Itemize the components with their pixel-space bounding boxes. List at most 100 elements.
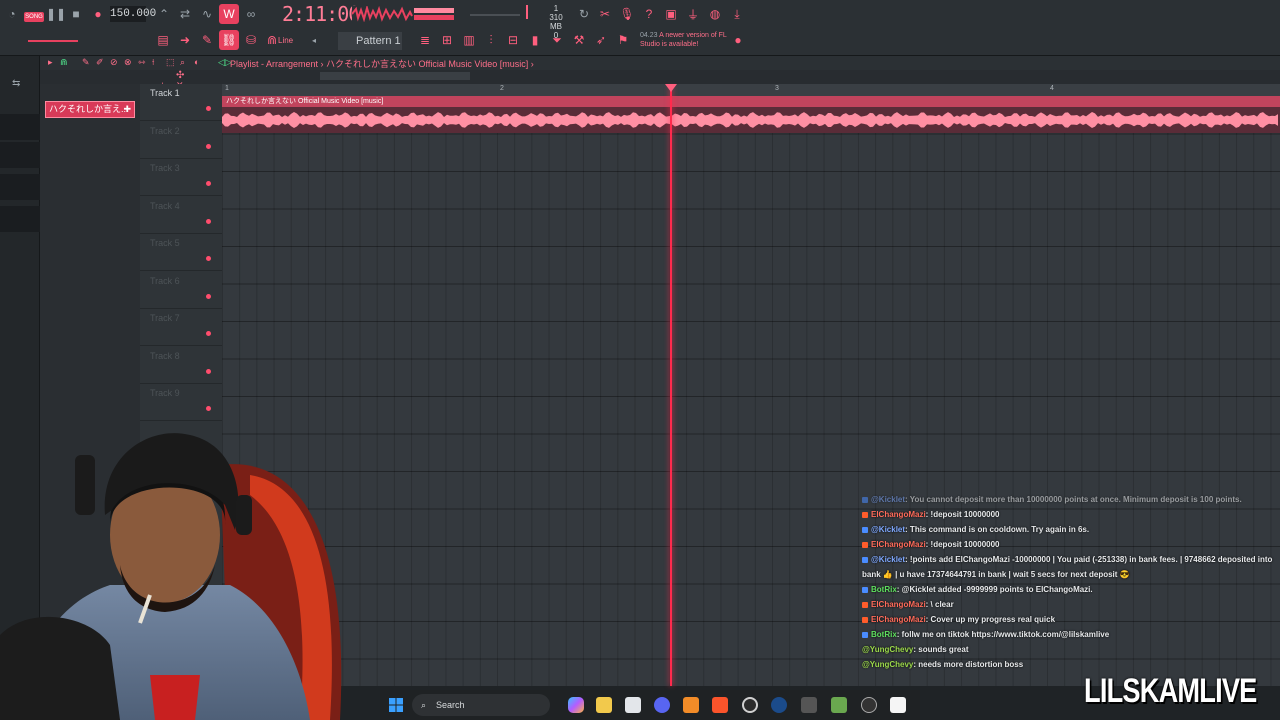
chat-message: BotRix: @Kicklet added -9999999 points t…	[862, 584, 1272, 596]
horizontal-scrollbar[interactable]	[320, 72, 470, 80]
track-name: Track 4	[150, 200, 180, 211]
file-explorer-icon[interactable]	[596, 697, 612, 713]
track-led-icon[interactable]	[206, 143, 211, 149]
info-icon[interactable]: ●	[728, 30, 748, 50]
windows-start-icon[interactable]	[388, 697, 404, 713]
pattern-selector[interactable]: Pattern 1	[338, 32, 402, 50]
select-tool-icon[interactable]: ⬚	[166, 57, 175, 68]
playhead-marker-icon[interactable]	[665, 84, 677, 92]
help-icon[interactable]: ?	[639, 4, 659, 24]
playback-tool-icon[interactable]: ◐	[194, 57, 199, 67]
link-icon[interactable]: ⛓	[219, 30, 239, 50]
plug-icon[interactable]: ⏷	[547, 30, 567, 50]
zoom-tool-icon[interactable]: ⌕	[180, 57, 185, 68]
stamp-icon[interactable]: ⛁	[241, 30, 261, 50]
pencil-icon[interactable]: ✎	[197, 30, 217, 50]
master-pitch-knob[interactable]	[526, 5, 528, 19]
track-led-icon[interactable]	[206, 293, 211, 299]
song-time-display[interactable]: 2:11:00	[282, 2, 360, 28]
track-header[interactable]: Track 3	[140, 159, 222, 196]
track-led-icon[interactable]	[206, 218, 211, 224]
news-icon[interactable]: ⚑	[613, 30, 633, 50]
countdown-icon[interactable]: ∿	[197, 4, 217, 24]
piano-roll-icon[interactable]: ▥	[459, 30, 479, 50]
track-led-icon[interactable]	[206, 181, 211, 186]
track-header[interactable]: Track 7	[140, 309, 222, 346]
wand-icon[interactable]: ➶	[591, 30, 611, 50]
tools-icon[interactable]: ⚒	[569, 30, 589, 50]
draw-tool-icon[interactable]: ✎	[82, 57, 90, 68]
browser-icon[interactable]: ⊟	[503, 30, 523, 50]
track-header[interactable]: Track 5	[140, 234, 222, 271]
main-volume-slider[interactable]	[28, 40, 78, 42]
store-icon[interactable]	[625, 697, 641, 713]
taskbar-search-input[interactable]: ⌕ Search	[412, 694, 550, 716]
plugin-icon[interactable]: ⏚	[683, 4, 703, 24]
clip-source-chip[interactable]: ハクそれしか言え.. ✚	[45, 101, 135, 118]
brave-icon[interactable]	[712, 697, 728, 713]
cut-icon[interactable]: ✂	[595, 4, 615, 24]
loop-record-icon[interactable]: ∞	[241, 4, 261, 24]
obs-icon[interactable]	[742, 697, 758, 713]
slice-tool-icon[interactable]: ⟊	[152, 57, 154, 68]
arrow-icon[interactable]: ➜	[175, 30, 195, 50]
track-led-icon[interactable]	[206, 406, 211, 411]
undo-icon[interactable]: ↻	[574, 4, 594, 24]
track-header[interactable]: Track 4	[140, 197, 222, 234]
playlist-menu-icon[interactable]: ▸	[48, 57, 53, 68]
audio-clip[interactable]: ハクそれしか言えない Official Music Video [music]	[222, 96, 1280, 133]
track-header[interactable]: Track 8	[140, 347, 222, 384]
save-icon[interactable]: ▣	[661, 4, 681, 24]
stop-button[interactable]: ■	[66, 4, 86, 24]
channel-rack-icon[interactable]: ⊞	[437, 30, 457, 50]
download-icon[interactable]: ⤓	[727, 4, 747, 24]
step-edit-icon[interactable]: W	[219, 4, 239, 24]
record-button[interactable]: ●	[88, 4, 108, 24]
capcut-icon[interactable]	[890, 697, 906, 713]
track-header[interactable]: Track 1	[140, 84, 222, 121]
wait-input-icon[interactable]: ⇄	[175, 4, 195, 24]
tempo-display[interactable]: 150.000	[110, 6, 156, 22]
browser-item[interactable]	[0, 206, 40, 232]
browser-item[interactable]	[0, 142, 40, 168]
update-notice[interactable]: 04.23 A newer version of FL Studio is av…	[640, 31, 730, 49]
browser-menu-icon[interactable]: ⇆	[12, 78, 20, 89]
pause-button[interactable]: ❚❚	[46, 4, 66, 24]
metronome-icon[interactable]: ⌃	[154, 4, 174, 24]
magnet-snap-icon[interactable]: ⋒	[60, 57, 68, 68]
paint-tool-icon[interactable]: ✐	[96, 57, 104, 68]
playlist-view-icon[interactable]: ▤	[153, 30, 173, 50]
equalizer-icon[interactable]: ⫶	[481, 30, 501, 50]
prev-pattern-icon[interactable]: ◂	[312, 36, 316, 45]
master-volume-slider[interactable]	[470, 14, 520, 16]
track-header[interactable]: Track 2	[140, 122, 222, 159]
fl-logo-icon[interactable]: ◔	[2, 4, 22, 24]
snap-selector[interactable]: Line	[278, 36, 293, 45]
browser-item[interactable]	[0, 114, 40, 140]
browser-item[interactable]	[0, 174, 40, 200]
track-led-icon[interactable]	[206, 256, 211, 261]
track-header[interactable]: Track 6	[140, 272, 222, 309]
fl-studio-icon[interactable]	[683, 697, 699, 713]
minecraft-icon[interactable]	[831, 697, 847, 713]
track-led-icon[interactable]	[206, 106, 211, 111]
microphone-icon[interactable]: 🎙	[617, 4, 637, 24]
slip-tool-icon[interactable]: ⇿	[138, 57, 146, 68]
mixer-icon[interactable]: ≣	[415, 30, 435, 50]
mute-tool-icon[interactable]: ⊗	[124, 57, 132, 68]
playhead-line[interactable]	[670, 86, 672, 686]
track-led-icon[interactable]	[206, 331, 211, 336]
add-clip-icon[interactable]: ✚	[123, 102, 131, 117]
steam-icon[interactable]	[771, 697, 787, 713]
discord-icon[interactable]	[654, 697, 670, 713]
timeline-ruler[interactable]: 1 2 3 4	[222, 84, 1280, 96]
app-icon[interactable]	[801, 697, 817, 713]
plugin-database-icon[interactable]: ▮	[525, 30, 545, 50]
song-mode-toggle[interactable]: SONG	[24, 12, 44, 22]
chat-icon[interactable]: ◍	[705, 4, 725, 24]
audio-clip-header[interactable]: ハクそれしか言えない Official Music Video [music]	[222, 96, 1280, 107]
delete-tool-icon[interactable]: ⊘	[110, 57, 118, 68]
copilot-icon[interactable]	[568, 697, 584, 713]
ak-icon[interactable]	[861, 697, 877, 713]
track-led-icon[interactable]	[206, 368, 211, 374]
